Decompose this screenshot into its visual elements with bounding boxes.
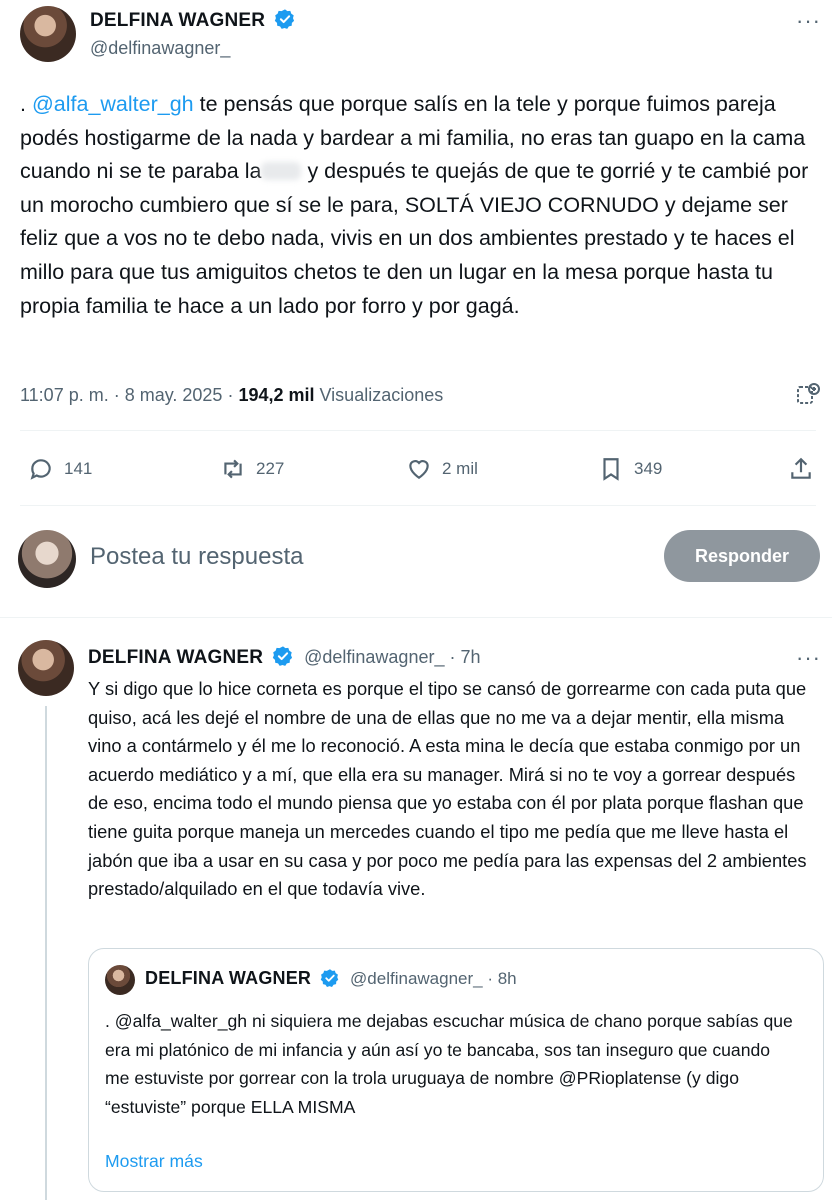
quote-text: . @alfa_walter_gh ni siquiera me dejabas… <box>105 1011 793 1117</box>
bookmark-icon <box>603 458 619 481</box>
retweet-icon <box>224 459 242 479</box>
reply-submit-button[interactable]: Responder <box>664 530 820 582</box>
verified-badge-icon <box>274 9 294 29</box>
quote-header: DELFINA WAGNER @delfinawagner_ · 8h <box>145 968 517 989</box>
tweet-text: . @alfa_walter_gh te pensás que porque s… <box>20 88 816 323</box>
reply-icon <box>30 459 51 480</box>
show-more-link[interactable]: Mostrar más <box>105 1151 203 1172</box>
bookmark-count: 349 <box>634 459 663 478</box>
reply-action[interactable]: 141 <box>28 456 92 482</box>
divider <box>20 505 816 506</box>
reply-count: 141 <box>64 459 93 478</box>
quote-time: · 8h <box>482 969 517 988</box>
reply-time[interactable]: · 7h <box>444 647 480 667</box>
thread-line <box>45 706 47 1200</box>
translate-icon[interactable] <box>794 381 822 409</box>
author-name-row: DELFINA WAGNER <box>90 8 296 32</box>
reply-author-avatar[interactable] <box>18 640 74 696</box>
quote-author-name: DELFINA WAGNER <box>145 968 312 988</box>
quote-author-handle: @delfinawagner_ <box>350 969 483 988</box>
tweet-time[interactable]: 11:07 p. m. · 8 may. 2025 · <box>20 385 238 405</box>
more-dots-icon[interactable]: ··· <box>796 8 821 34</box>
tweet-meta: 11:07 p. m. · 8 may. 2025 · 194,2 mil Vi… <box>20 385 443 406</box>
reply-author-handle[interactable]: @delfinawagner_ <box>304 647 444 667</box>
reply-author-name[interactable]: DELFINA WAGNER <box>88 647 263 668</box>
heart-icon <box>409 460 429 479</box>
author-handle[interactable]: @delfinawagner_ <box>90 38 230 59</box>
tweet-text-prefix: . <box>20 92 32 116</box>
reply-text: Y si digo que lo hice corneta es porque … <box>88 678 807 900</box>
like-action[interactable]: 2 mil <box>406 456 478 482</box>
quote-author-avatar <box>105 965 135 995</box>
reply-header: DELFINA WAGNER @delfinawagner_ · 7h <box>88 645 481 669</box>
reply-input[interactable]: Postea tu respuesta <box>90 543 303 571</box>
author-avatar[interactable] <box>20 6 76 62</box>
quoted-tweet[interactable]: DELFINA WAGNER @delfinawagner_ · 8h . @a… <box>88 948 824 1192</box>
share-icon <box>791 457 811 479</box>
more-dots-icon[interactable]: ··· <box>796 645 821 671</box>
divider <box>20 430 816 431</box>
mention-link[interactable]: @alfa_walter_gh <box>32 92 194 116</box>
censored-word <box>261 162 302 181</box>
verified-badge-icon <box>320 969 338 987</box>
current-user-avatar[interactable] <box>18 530 76 588</box>
retweet-action[interactable]: 227 <box>220 456 284 482</box>
author-name[interactable]: DELFINA WAGNER <box>90 10 265 31</box>
bookmark-action[interactable]: 349 <box>598 456 662 482</box>
retweet-count: 227 <box>256 459 285 478</box>
share-action[interactable] <box>788 456 814 482</box>
views-count: 194,2 mil <box>238 385 315 405</box>
verified-badge-icon <box>272 646 292 666</box>
views-label: Visualizaciones <box>314 385 444 405</box>
divider <box>0 617 832 618</box>
like-count: 2 mil <box>442 459 478 478</box>
